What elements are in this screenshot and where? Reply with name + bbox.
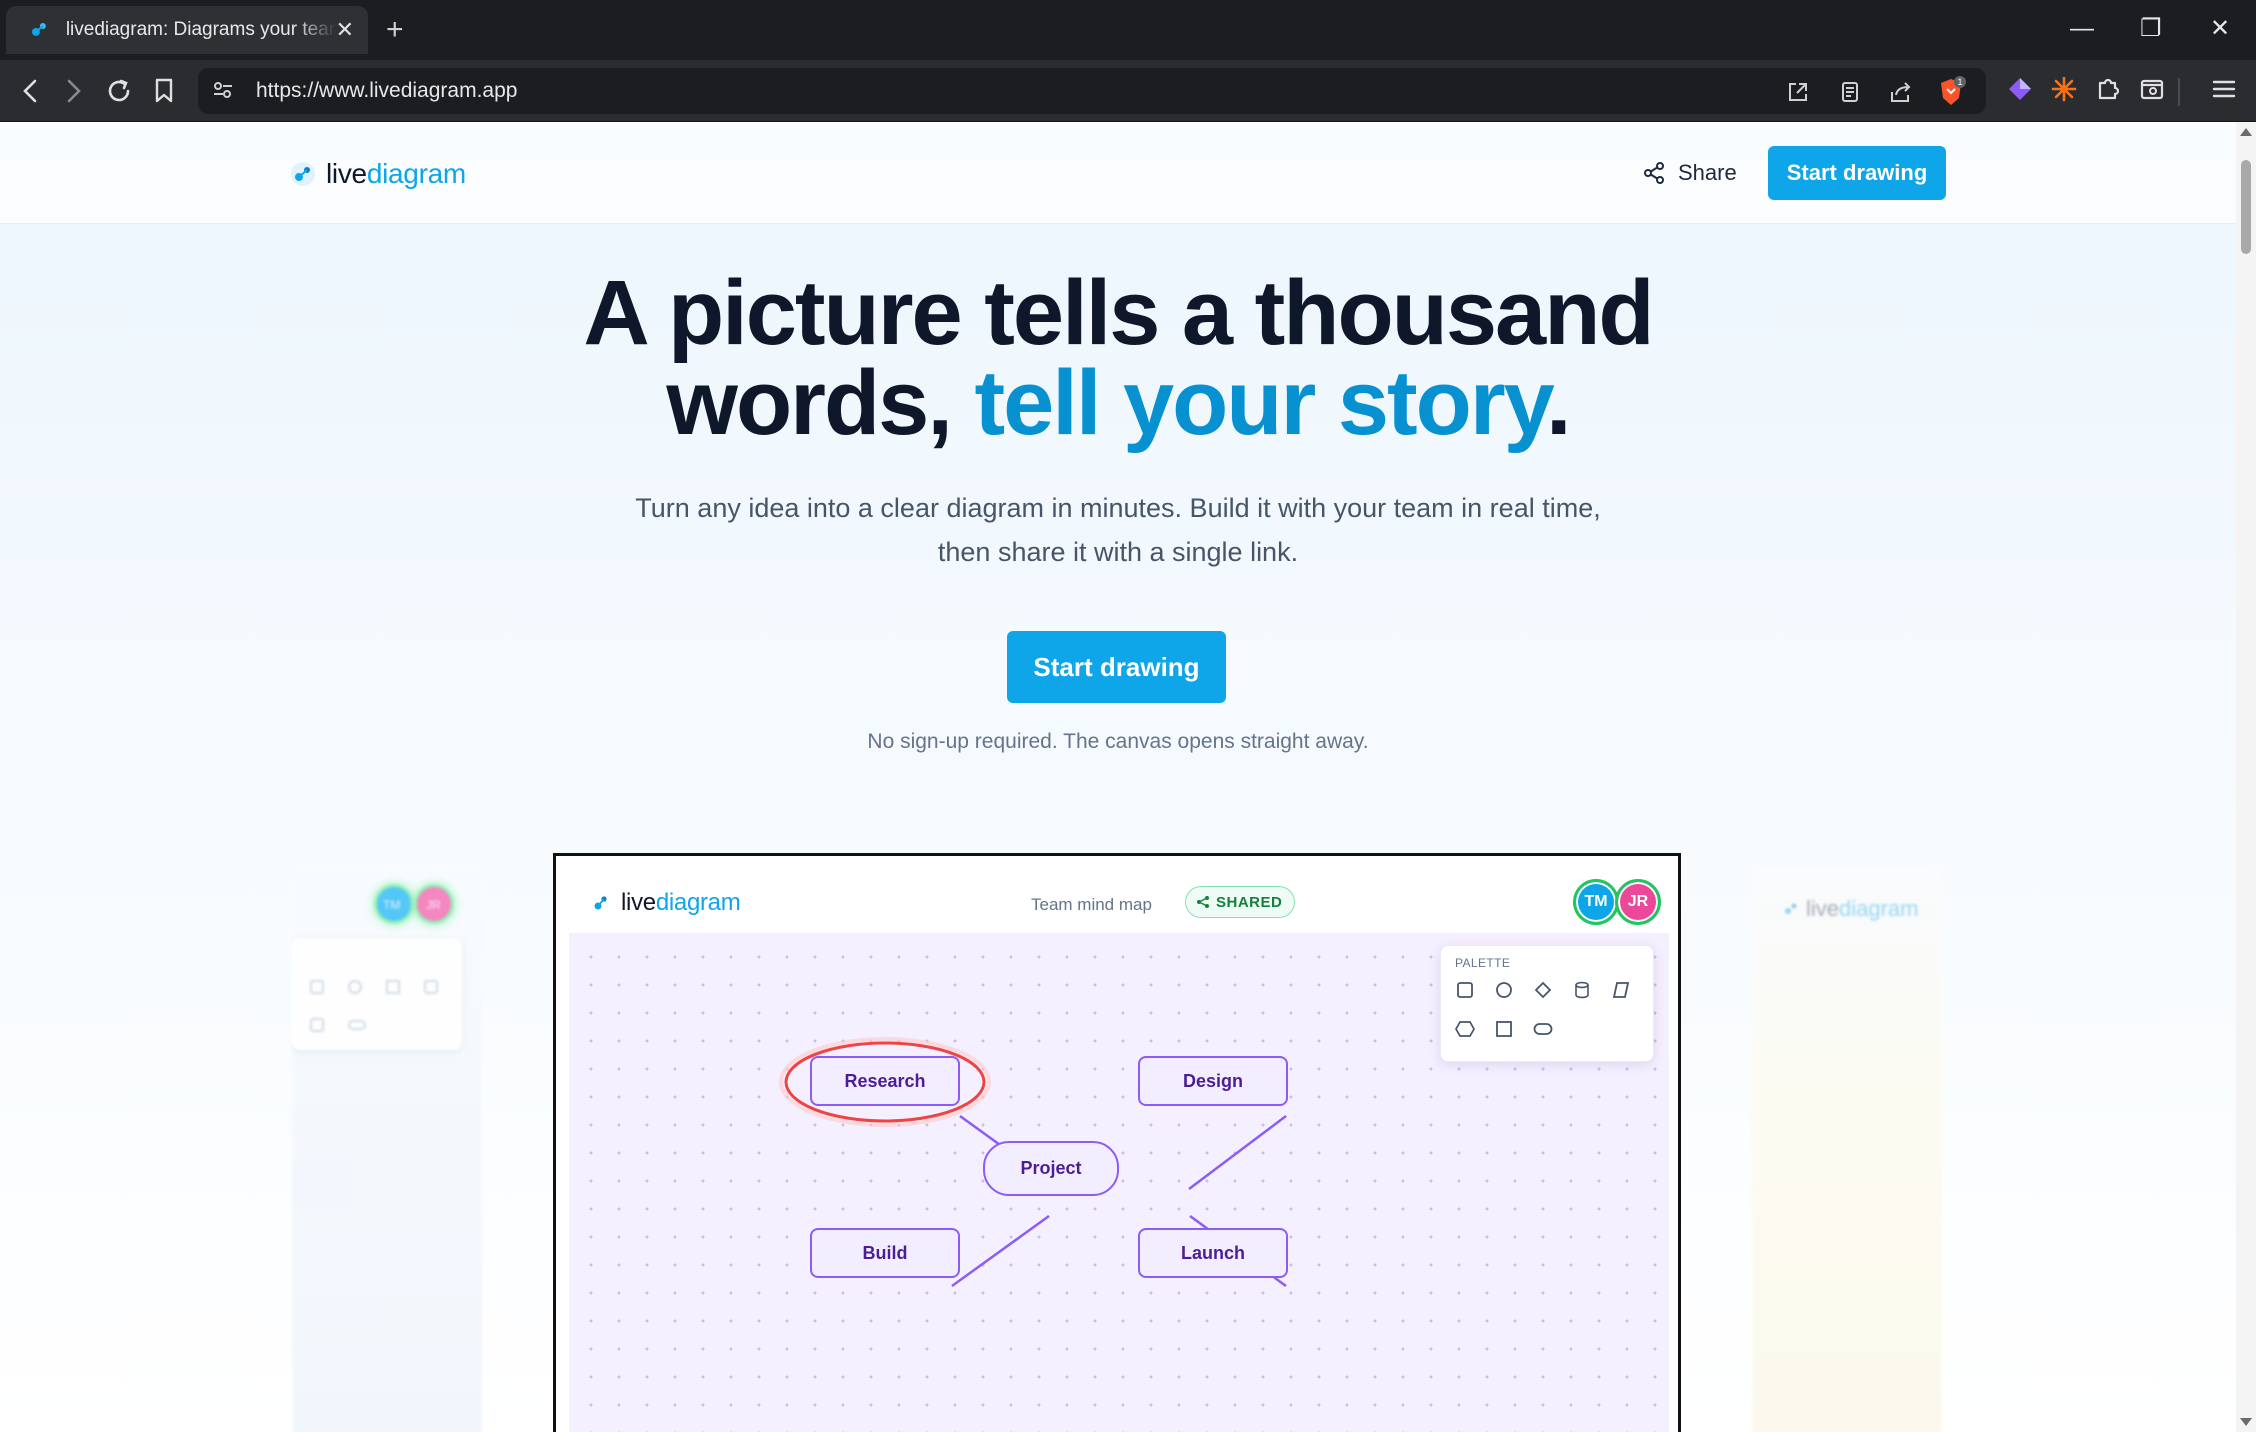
- menu-icon[interactable]: [2210, 75, 2238, 103]
- share-label: Share: [1678, 160, 1737, 185]
- extension-sunburst-icon[interactable]: [2050, 75, 2078, 103]
- palette-title: PALETTE: [1455, 956, 1511, 970]
- avatar-jr[interactable]: JR: [1615, 879, 1661, 925]
- hero-subtitle-line1: Turn any idea into a clear diagram in mi…: [635, 493, 1601, 523]
- toolbar-divider: [2178, 78, 2180, 106]
- livediagram-favicon-icon: [31, 23, 46, 36]
- preview-brand-live: live: [621, 889, 656, 916]
- diamond-icon[interactable]: [1531, 978, 1555, 1002]
- preview-brand: live diagram: [591, 889, 741, 917]
- extension-diamond-icon[interactable]: [2006, 75, 2034, 103]
- scroll-down-icon[interactable]: [2240, 1418, 2252, 1426]
- pill-icon[interactable]: [1531, 1017, 1555, 1041]
- preview-logo-icon: [594, 896, 607, 910]
- app-preview: livediagram Team mind map SHARED TM JR: [553, 853, 1681, 1432]
- hero-title-line1: A picture tells a thousand: [583, 262, 1654, 364]
- side-avatar-tm-initials: TM: [383, 898, 401, 912]
- share-page-icon[interactable]: [1888, 80, 1914, 104]
- rectangle-icon[interactable]: [1453, 978, 1477, 1002]
- scroll-thumb[interactable]: [2241, 160, 2251, 254]
- shields-count-badge: 1: [1957, 77, 1962, 87]
- circle-icon[interactable]: [1492, 978, 1516, 1002]
- minimize-icon[interactable]: —: [2070, 14, 2094, 44]
- hero-subtitle: Turn any idea into a clear diagram in mi…: [418, 486, 1818, 574]
- side-palette: [292, 938, 462, 1050]
- page-viewport: live diagram Share Start drawing A pictur…: [0, 122, 2236, 1432]
- square-icon[interactable]: [1492, 1017, 1516, 1041]
- shared-badge: SHARED: [1185, 886, 1296, 918]
- extensions-puzzle-icon[interactable]: [2094, 75, 2122, 103]
- hero-title-accent: tell your story: [974, 352, 1548, 454]
- hero-start-drawing-button[interactable]: Start drawing: [1007, 631, 1226, 703]
- shape-palette: PALETTE: [1440, 945, 1654, 1062]
- forward-icon[interactable]: [60, 78, 86, 104]
- close-window-icon[interactable]: ✕: [2210, 14, 2230, 44]
- tab-title: livediagram: Diagrams your team: [65, 19, 336, 40]
- hero-title-suffix: .: [1546, 352, 1572, 454]
- preview-brand-diagram: diagram: [655, 889, 741, 916]
- diagram-canvas[interactable]: Research Design Project Build Launch PAL…: [569, 933, 1669, 1432]
- back-icon[interactable]: [18, 78, 44, 104]
- page-scrollbar[interactable]: [2236, 122, 2256, 1432]
- address-bar[interactable]: https://www.livediagram.app 1: [198, 68, 1986, 114]
- node-design[interactable]: Design: [1138, 1056, 1288, 1106]
- edge-design-project: [1188, 1115, 1287, 1190]
- browser-nav-bar: https://www.livediagram.app 1: [0, 60, 2256, 122]
- header-start-drawing-button[interactable]: Start drawing: [1768, 146, 1946, 200]
- side-brand-live: live: [1806, 896, 1840, 921]
- side-preview-right: live diagram: [1752, 868, 1942, 1432]
- hero-subtitle-line2: then share it with a single link.: [937, 537, 1299, 567]
- reader-mode-icon[interactable]: [1838, 80, 1862, 104]
- shared-badge-label: SHARED: [1216, 893, 1283, 911]
- scroll-up-icon[interactable]: [2240, 128, 2252, 136]
- node-project[interactable]: Project: [983, 1141, 1119, 1196]
- browser-tab[interactable]: livediagram: Diagrams your team ✕: [6, 6, 368, 54]
- side-brand: live diagram: [1782, 896, 1919, 922]
- site-header: live diagram Share Start drawing: [0, 122, 2236, 224]
- open-external-icon[interactable]: [1786, 80, 1810, 104]
- site-settings-icon[interactable]: [212, 79, 234, 101]
- edge-project-build: [951, 1214, 1050, 1288]
- brave-shields-icon[interactable]: 1: [1936, 76, 1966, 108]
- hexagon-icon[interactable]: [1453, 1017, 1477, 1041]
- side-avatar-tm: TM: [374, 884, 414, 924]
- share-icon: [1644, 162, 1664, 184]
- reload-icon[interactable]: [105, 77, 133, 105]
- avatar-tm[interactable]: TM: [1573, 879, 1619, 925]
- hero-title: A picture tells a thousand words, tell y…: [418, 267, 1818, 449]
- url-text[interactable]: https://www.livediagram.app: [256, 79, 517, 103]
- logo-mark-icon: [291, 162, 315, 186]
- preview-doc-title: Team mind map: [1031, 895, 1152, 914]
- side-avatar-jr: JR: [414, 884, 454, 924]
- side-logo-mark-icon: [1785, 903, 1797, 914]
- shared-icon: [1197, 896, 1209, 908]
- hero-title-line2-prefix: words,: [666, 352, 975, 454]
- restore-icon[interactable]: ❐: [2140, 14, 2162, 44]
- cylinder-icon[interactable]: [1570, 978, 1594, 1002]
- brand-name-diagram: diagram: [366, 158, 466, 189]
- tab-close-icon[interactable]: ✕: [336, 19, 354, 41]
- side-node: [292, 1158, 352, 1212]
- side-brand-diagram: diagram: [1839, 896, 1919, 921]
- side-preview-left: TM JR: [292, 868, 482, 1432]
- browser-tab-bar: livediagram: Diagrams your team ✕ + — ❐ …: [0, 0, 2256, 60]
- new-tab-icon[interactable]: +: [386, 12, 404, 48]
- no-signup-note: No sign-up required. The canvas opens st…: [867, 730, 1369, 753]
- parallelogram-icon[interactable]: [1609, 978, 1633, 1002]
- node-build[interactable]: Build: [810, 1228, 960, 1278]
- node-research[interactable]: Research: [810, 1056, 960, 1106]
- brand-logo[interactable]: live diagram: [290, 158, 466, 190]
- bookmark-icon[interactable]: [152, 77, 176, 105]
- preview-header: live diagram Team mind map SHARED TM JR: [569, 869, 1669, 933]
- brand-name-live: live: [326, 158, 367, 189]
- share-button[interactable]: Share: [1642, 160, 1737, 186]
- wallet-icon[interactable]: [2138, 75, 2166, 103]
- node-launch[interactable]: Launch: [1138, 1228, 1288, 1278]
- side-avatar-jr-initials: JR: [426, 898, 441, 912]
